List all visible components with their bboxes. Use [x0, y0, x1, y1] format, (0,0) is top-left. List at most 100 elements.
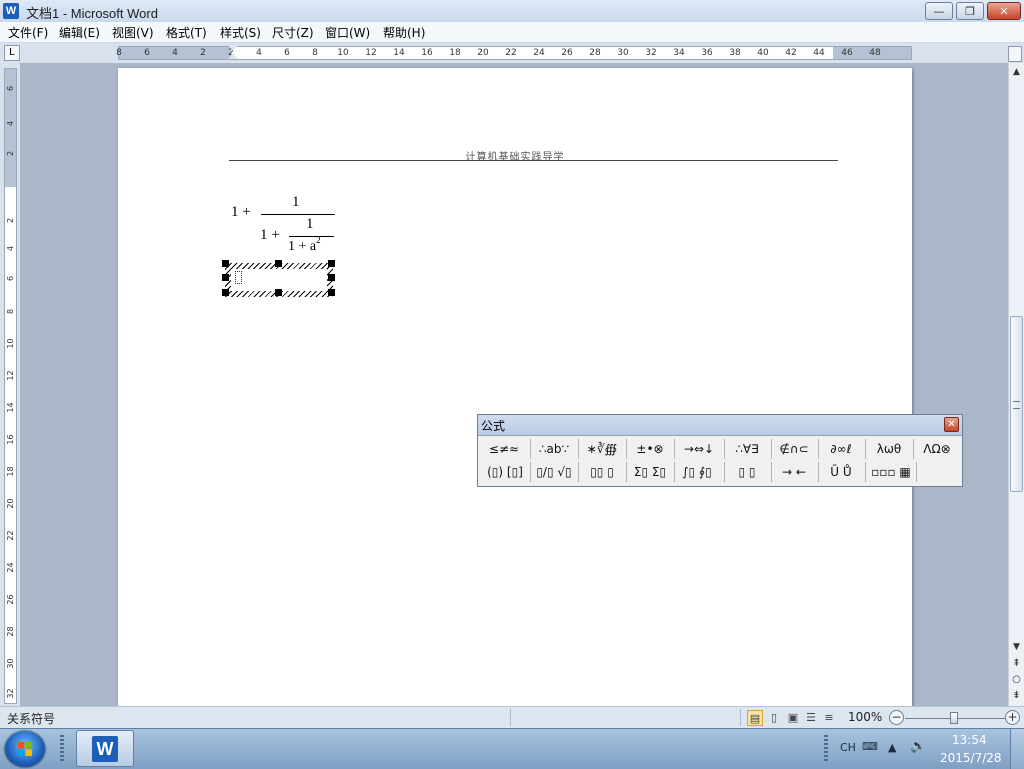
summation-templates-button[interactable]: Σ▯ Σ▯: [630, 462, 670, 482]
formula-toolbar-close-button[interactable]: ✕: [944, 417, 959, 432]
greek-lowercase-button[interactable]: λωθ: [869, 439, 909, 459]
draft-view-icon[interactable]: ≡: [821, 710, 837, 726]
zoom-in-button[interactable]: +: [1005, 710, 1020, 725]
fraction-radical-templates-button[interactable]: ▯/▯ √▯: [534, 462, 574, 482]
show-desktop-button[interactable]: [1010, 729, 1024, 769]
taskbar-grip[interactable]: [60, 735, 64, 763]
equation-fraction-bar: [261, 214, 335, 215]
show-hidden-icons-icon[interactable]: ▲: [888, 741, 896, 754]
menu-help[interactable]: 帮助(H): [381, 24, 427, 41]
toolbar-separator: [724, 462, 725, 482]
reading-view-icon[interactable]: ▯: [766, 710, 782, 726]
equation-inner-denominator[interactable]: 1 + a2: [288, 235, 321, 255]
menu-edit[interactable]: 编辑(E): [57, 24, 102, 41]
hanging-indent-marker[interactable]: [228, 53, 238, 59]
taskbar-word-button[interactable]: W: [76, 730, 134, 767]
view-ruler-icon[interactable]: [1008, 46, 1022, 62]
scroll-down-arrow-icon[interactable]: ▼: [1009, 640, 1024, 654]
title-bar: W 文档1 - Microsoft Word — ❐ ✕: [0, 0, 1024, 23]
clock-date[interactable]: 2015/7/28: [940, 751, 1002, 765]
status-separator: [740, 709, 741, 726]
equation-numerator[interactable]: 1: [292, 194, 300, 211]
spaces-ellipses-button[interactable]: ∴ab∵: [534, 439, 574, 459]
fence-templates-button[interactable]: (▯) [▯]: [484, 462, 526, 482]
resize-handle-tr[interactable]: [328, 260, 335, 267]
subscript-superscript-templates-button[interactable]: ▯▯ ▯: [582, 462, 622, 482]
resize-handle-l[interactable]: [222, 274, 229, 281]
document-area[interactable]: 计算机基础实践导学 1 + 1 1 + 1 1 + a2: [20, 63, 1008, 706]
tab-selector-button[interactable]: L: [4, 45, 20, 61]
word-taskbar-icon: W: [92, 736, 118, 762]
matrix-templates-button[interactable]: ▫▫▫ ▦: [869, 462, 913, 482]
integral-templates-button[interactable]: ∫▯ ∮▯: [677, 462, 717, 482]
volume-icon[interactable]: 🔈: [910, 739, 926, 754]
embellishments-button[interactable]: ∗∛∰: [582, 439, 622, 459]
document-page[interactable]: 计算机基础实践导学 1 + 1 1 + 1 1 + a2: [118, 68, 912, 706]
minimize-button[interactable]: —: [925, 2, 953, 20]
formula-toolbar-titlebar[interactable]: 公式 ✕: [478, 415, 962, 436]
toolbar-separator: [578, 439, 579, 459]
first-line-indent-marker[interactable]: [228, 45, 238, 51]
logical-symbols-button[interactable]: ∴∀∃: [727, 439, 767, 459]
vertical-scrollbar[interactable]: ▲ ▼ ⇞ ○ ⇟: [1008, 63, 1024, 706]
previous-page-icon[interactable]: ⇞: [1009, 657, 1024, 671]
toolbar-separator: [771, 439, 772, 459]
relation-symbols-button[interactable]: ≤≠≈: [484, 439, 524, 459]
web-view-icon[interactable]: ▣: [785, 710, 801, 726]
resize-handle-r[interactable]: [328, 274, 335, 281]
greek-uppercase-button[interactable]: ΛΩ⊗: [916, 439, 958, 459]
taskbar: W CH ⌨ ▲ 🔈 13:54 2015/7/28: [0, 728, 1024, 769]
misc-symbols-button[interactable]: ∂∞ℓ: [822, 439, 860, 459]
next-page-icon[interactable]: ⇟: [1009, 689, 1024, 703]
vertical-ruler-label: 28: [6, 626, 15, 637]
formula-toolbar[interactable]: 公式 ✕ ≤≠≈ ∴ab∵ ∗∛∰ ±•⊗ →⇔↓ ∴∀∃ ∉∩⊂ ∂∞ℓ λω…: [477, 414, 963, 487]
toolbar-separator: [530, 439, 531, 459]
equation-inner-lead[interactable]: 1 +: [260, 227, 280, 244]
ime-indicator[interactable]: CH: [840, 741, 856, 754]
menu-file[interactable]: 文件(F): [6, 24, 50, 41]
zoom-slider-thumb[interactable]: [950, 712, 958, 724]
vertical-ruler-label: 10: [6, 338, 15, 349]
labeled-arrow-templates-button[interactable]: → ←: [774, 462, 814, 482]
resize-handle-t[interactable]: [275, 260, 282, 267]
resize-handle-bl[interactable]: [222, 289, 229, 296]
keyboard-icon[interactable]: ⌨: [862, 740, 878, 753]
menu-size[interactable]: 尺寸(Z): [270, 24, 316, 41]
menu-style[interactable]: 样式(S): [218, 24, 263, 41]
operator-symbols-button[interactable]: ±•⊗: [630, 439, 670, 459]
resize-handle-b[interactable]: [275, 289, 282, 296]
start-button[interactable]: [5, 731, 45, 767]
zoom-level[interactable]: 100%: [848, 710, 882, 724]
toolbar-separator: [865, 462, 866, 482]
close-button[interactable]: ✕: [987, 2, 1021, 20]
vertical-ruler[interactable]: 6 4 2 2 4 6 8 10 12 14 16 18 20 22 24 26 28 30 32: [4, 68, 17, 704]
menu-view[interactable]: 视图(V): [110, 24, 156, 41]
resize-handle-tl[interactable]: [222, 260, 229, 267]
products-set-templates-button[interactable]: Ū Ů: [822, 462, 860, 482]
menu-format[interactable]: 格式(T): [164, 24, 209, 41]
scrollbar-thumb[interactable]: [1010, 316, 1023, 492]
toolbar-separator: [626, 462, 627, 482]
underbar-overbar-templates-button[interactable]: ▯ ▯: [727, 462, 767, 482]
outline-view-icon[interactable]: ☰: [803, 710, 819, 726]
vertical-ruler-label: 4: [6, 120, 15, 127]
menu-window[interactable]: 窗口(W): [323, 24, 372, 41]
zoom-out-button[interactable]: −: [889, 710, 904, 725]
scroll-up-arrow-icon[interactable]: ▲: [1009, 65, 1024, 79]
equation-inner-numerator[interactable]: 1: [306, 216, 314, 233]
clock-time[interactable]: 13:54: [952, 733, 987, 747]
maximize-button[interactable]: ❐: [956, 2, 984, 20]
resize-handle-br[interactable]: [328, 289, 335, 296]
ruler-label: 42: [785, 48, 797, 58]
ruler-label: 4: [256, 48, 262, 58]
tray-grip[interactable]: [824, 735, 828, 763]
word-app-icon[interactable]: W: [3, 3, 19, 19]
horizontal-ruler[interactable]: 8 6 4 2 2 4 6 8 10 12 14 16 18 20 22 24 26 28 30 32 34 36 38 40…: [116, 45, 912, 60]
set-theory-symbols-button[interactable]: ∉∩⊂: [774, 439, 814, 459]
page-layout-view-icon[interactable]: ▤: [747, 710, 763, 726]
equation-lead[interactable]: 1 +: [231, 204, 251, 221]
arrow-symbols-button[interactable]: →⇔↓: [677, 439, 721, 459]
equation-insertion-slot[interactable]: [235, 271, 242, 284]
equation-edit-area[interactable]: [231, 269, 327, 291]
select-browse-object-icon[interactable]: ○: [1009, 673, 1024, 687]
